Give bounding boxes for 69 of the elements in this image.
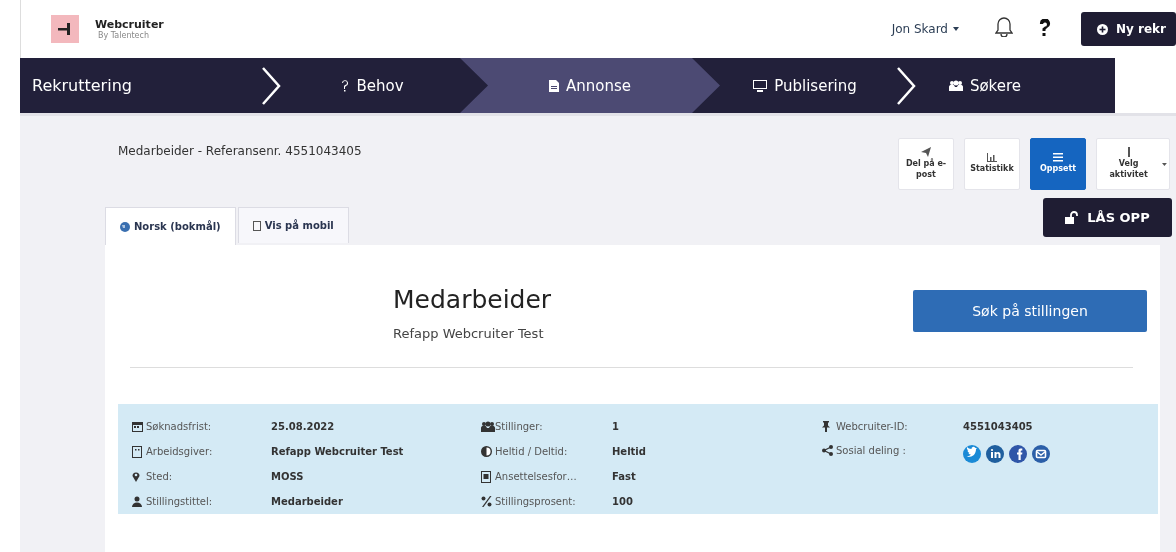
social-share-icon[interactable] <box>1009 445 1027 463</box>
location-pin-icon <box>132 471 140 482</box>
apply-button[interactable]: Søk på stillingen <box>913 290 1147 332</box>
half-circle-icon <box>481 446 492 457</box>
detail-value: 100 <box>612 496 634 507</box>
bar-chart-icon <box>987 153 997 163</box>
detail-value: MOSS <box>271 471 305 482</box>
people-icon <box>481 421 495 432</box>
company-name: Refapp Webcruiter Test <box>393 326 545 341</box>
job-title: Medarbeider <box>393 285 553 314</box>
detail-value: Fast <box>612 471 637 482</box>
bird-icon[interactable] <box>963 445 981 463</box>
detail-value: 4551043405 <box>963 421 1034 432</box>
detail-label: Stillinger: <box>495 421 544 432</box>
detail-label: Heltid / Deltid: <box>495 446 569 457</box>
user-menu[interactable]: Jon Skard <box>885 21 965 37</box>
pushpin-icon <box>822 421 830 432</box>
caret-icon <box>1162 162 1167 166</box>
detail-label: Sted: <box>146 471 174 482</box>
detail-value: Heltid <box>612 446 647 457</box>
detail-label: Webcruiter-ID: <box>836 421 909 432</box>
bell-icon[interactable] <box>995 17 1013 37</box>
list-icon <box>1053 153 1063 163</box>
action-button[interactable]: Del på e-post <box>898 138 954 190</box>
process-step[interactable]: Publisering <box>720 58 890 113</box>
action-button[interactable]: Velg aktivitet <box>1096 138 1170 190</box>
user-icon <box>132 496 142 507</box>
mobile-icon <box>252 220 261 231</box>
question-icon <box>341 79 350 92</box>
process-title: Rekruttering <box>31 75 133 97</box>
detail-label: Ansettelsesfor… <box>495 471 578 482</box>
detail-label: Stillingstittel: <box>146 496 214 507</box>
language-tab[interactable]: Norsk (bokmål) <box>105 207 236 245</box>
envelope-icon[interactable] <box>1032 445 1050 463</box>
new-recruitment-button[interactable]: Ny rekr <box>1081 12 1176 46</box>
detail-value: 25.08.2022 <box>271 421 336 432</box>
social-share-icon[interactable] <box>986 445 1004 463</box>
detail-value: Refapp Webcruiter Test <box>271 446 405 457</box>
detail-label: Stillingsprosent: <box>495 496 577 507</box>
calendar-icon <box>132 421 143 432</box>
action-button[interactable]: Oppsett <box>1030 138 1086 190</box>
plus-circle-icon <box>1097 23 1108 35</box>
caret-icon <box>953 27 959 31</box>
brand-tagline: By Talentech <box>98 31 150 40</box>
detail-value: Medarbeider <box>271 496 344 507</box>
language-tab[interactable]: Vis på mobil <box>237 207 349 243</box>
detail-label: Søknadsfrist: <box>146 421 213 432</box>
document-icon <box>549 79 559 92</box>
help-icon <box>1039 18 1051 37</box>
process-step[interactable]: Behov <box>285 58 460 113</box>
percent-icon <box>481 496 492 507</box>
people-icon <box>948 80 963 91</box>
process-step[interactable]: Annonse <box>460 58 720 113</box>
unlock-icon <box>1065 211 1080 224</box>
process-step[interactable]: Søkere <box>920 58 1050 113</box>
share-icon <box>822 445 833 456</box>
brand-name: Webcruiter <box>95 18 164 31</box>
detail-value: 1 <box>612 421 620 432</box>
monitor-icon <box>753 79 768 92</box>
paper-plane-icon <box>921 147 931 158</box>
building-icon <box>132 445 142 458</box>
globe-icon <box>120 221 130 232</box>
document-icon <box>481 470 491 483</box>
detail-label: Arbeidsgiver: <box>146 446 214 457</box>
reference-number: Medarbeider - Referansenr. 4551043405 <box>118 143 363 160</box>
unlock-button[interactable]: LÅS OPP <box>1043 198 1172 237</box>
action-button[interactable]: Statistikk <box>964 138 1020 190</box>
detail-label: Sosial deling : <box>836 445 907 456</box>
logo-mark-icon <box>58 23 72 35</box>
